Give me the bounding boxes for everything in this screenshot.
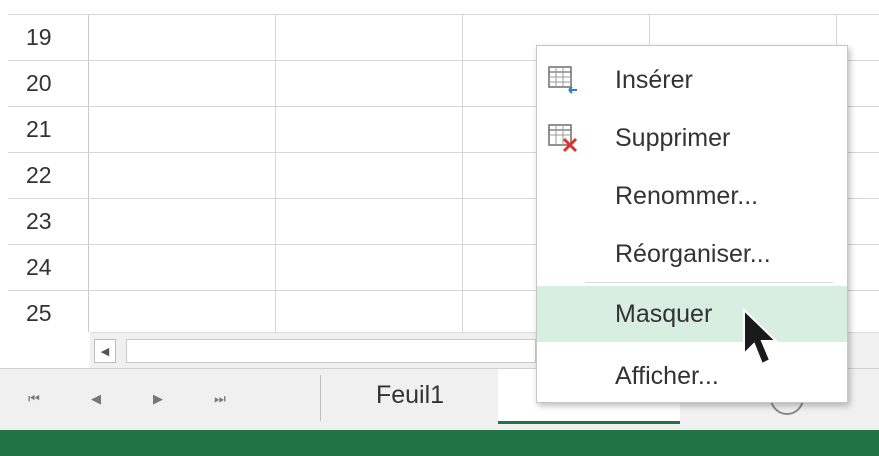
gridline <box>462 14 463 332</box>
menu-item-reorganize[interactable]: Réorganiser... <box>537 226 847 282</box>
menu-item-rename[interactable]: Renommer... <box>537 168 847 224</box>
tab-separator <box>320 375 321 421</box>
row-header-24[interactable]: 24 <box>8 244 88 290</box>
row-header-20[interactable]: 20 <box>8 60 88 106</box>
mouse-pointer-icon <box>743 308 779 366</box>
row-headers: 19 20 21 22 23 24 25 <box>8 14 89 332</box>
menu-separator <box>585 282 833 283</box>
menu-item-label: Afficher... <box>615 361 719 390</box>
scroll-thumb[interactable] <box>126 339 536 363</box>
delete-sheet-icon <box>548 124 578 153</box>
menu-item-unhide[interactable]: Afficher... <box>537 348 847 404</box>
gridline <box>275 14 276 332</box>
insert-sheet-icon <box>548 66 577 94</box>
scroll-left-button[interactable]: ◀ <box>94 339 116 363</box>
row-header-22[interactable]: 22 <box>8 152 88 198</box>
menu-item-label: Renommer... <box>615 181 759 210</box>
menu-item-hide[interactable]: Masquer <box>537 286 847 342</box>
sheet-context-menu: Insérer Supprimer Renommer... Réorganise… <box>536 45 848 403</box>
status-bar <box>0 430 879 456</box>
next-sheet-button[interactable]: ▶ <box>146 387 170 411</box>
row-header-23[interactable]: 23 <box>8 198 88 244</box>
row-header-19[interactable]: 19 <box>8 14 88 60</box>
row-header-25[interactable]: 25 <box>8 290 88 336</box>
first-sheet-button[interactable]: ⏮ <box>22 387 46 411</box>
menu-item-insert[interactable]: Insérer <box>537 52 847 108</box>
menu-item-label: Réorganiser... <box>615 239 771 268</box>
row-header-21[interactable]: 21 <box>8 106 88 152</box>
menu-item-label: Insérer <box>615 65 693 94</box>
prev-sheet-button[interactable]: ◀ <box>84 387 108 411</box>
gridline <box>8 14 879 15</box>
sheet-tab-feuil1[interactable]: Feuil1 <box>330 369 490 421</box>
menu-item-delete[interactable]: Supprimer <box>537 110 847 166</box>
last-sheet-button[interactable]: ⏭ <box>208 387 232 411</box>
menu-item-label: Supprimer <box>615 123 731 152</box>
menu-item-label: Masquer <box>615 299 713 328</box>
